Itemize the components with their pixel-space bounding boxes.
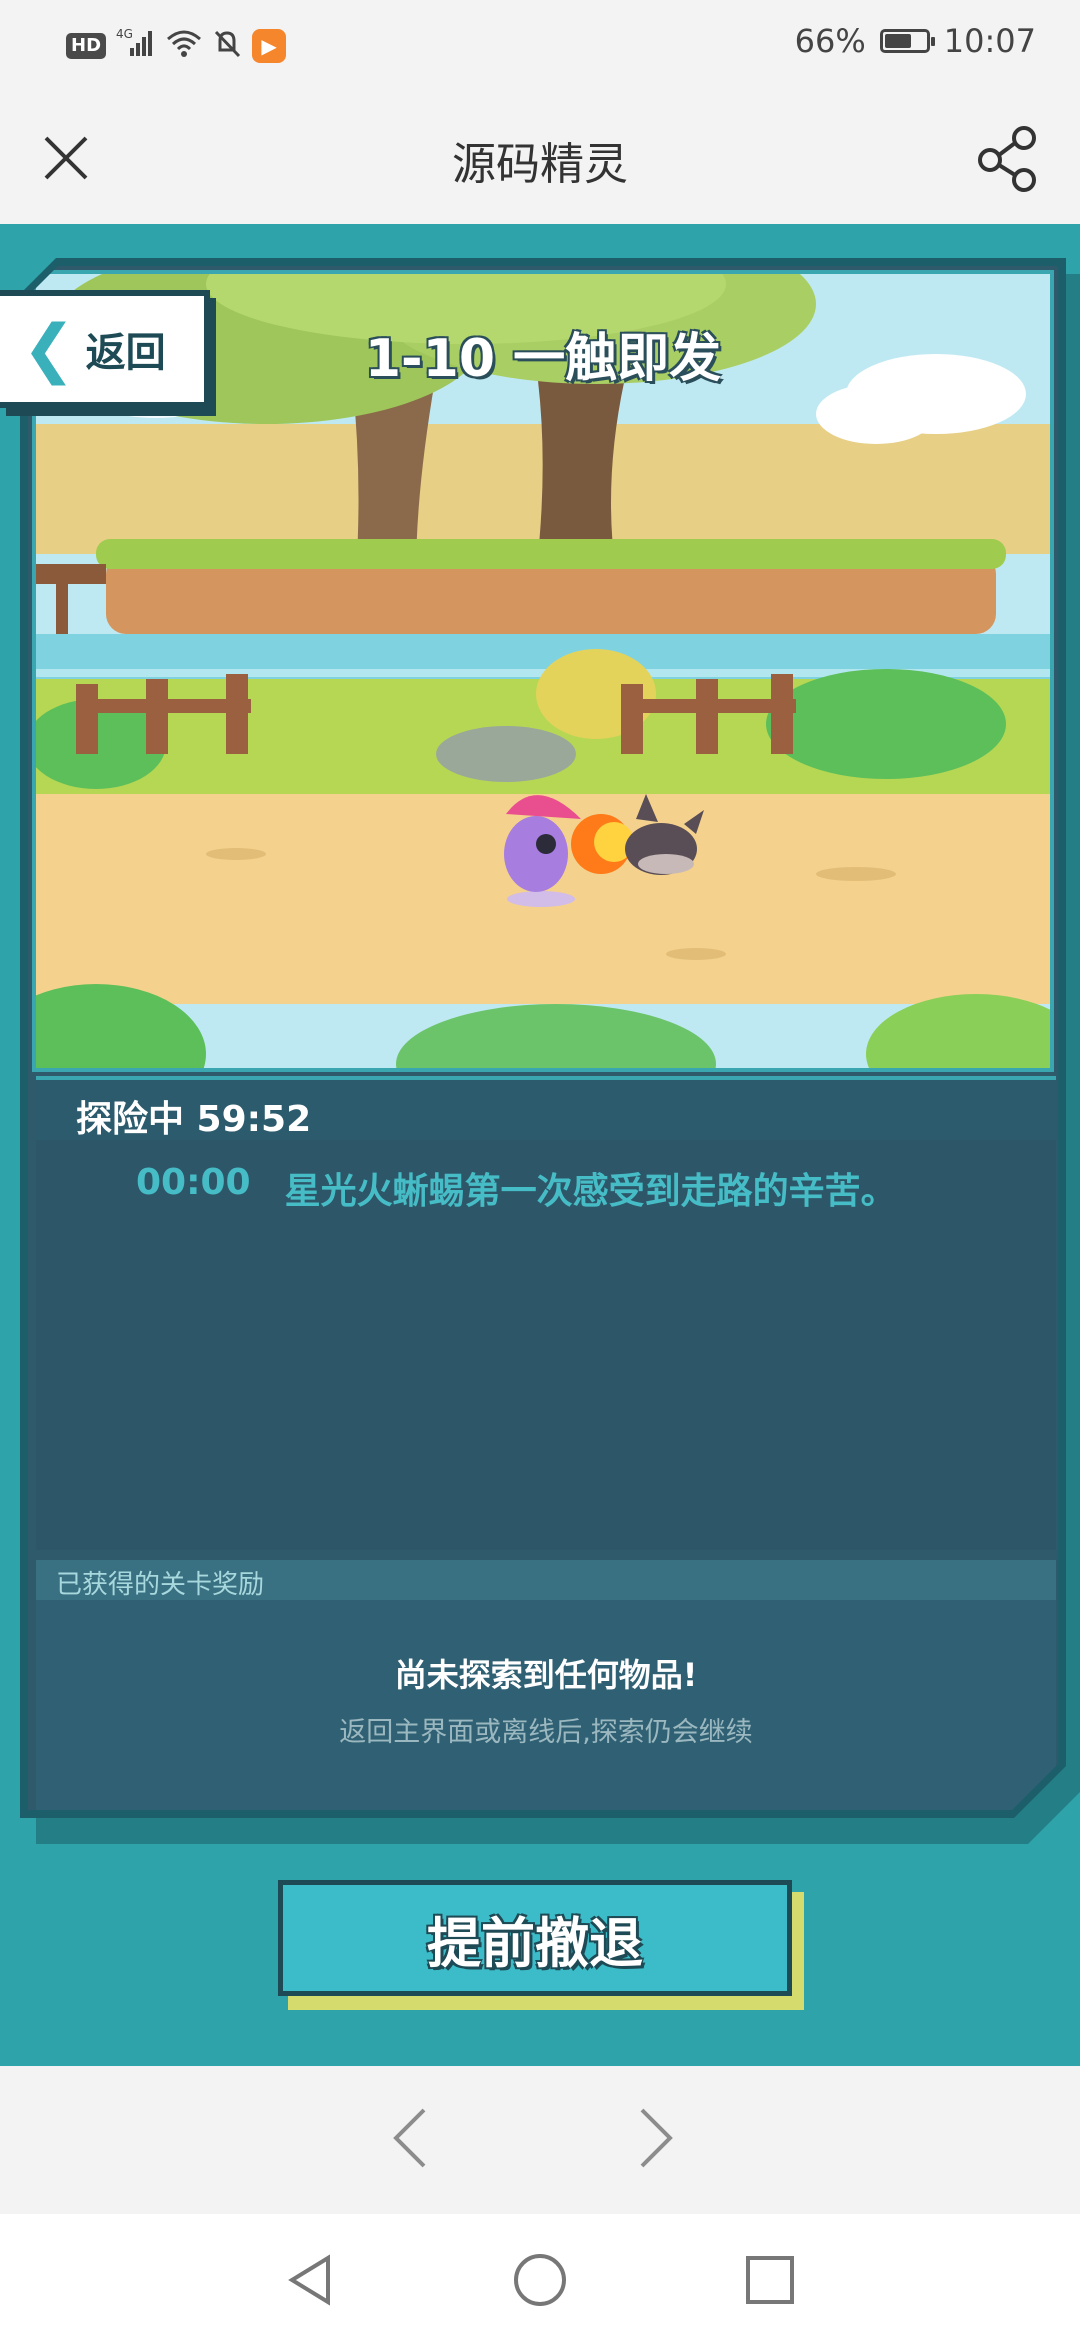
- title-bar: 源码精灵: [0, 92, 1080, 224]
- home-circle-icon[interactable]: [510, 2250, 570, 2310]
- back-triangle-icon[interactable]: [280, 2250, 340, 2310]
- battery-percent: 66%: [794, 22, 866, 60]
- reward-empty-subtitle: 返回主界面或离线后,探索仍会继续: [339, 1717, 753, 1748]
- chevron-left-icon: ❮: [22, 312, 76, 386]
- system-nav-bar: [0, 2214, 1080, 2340]
- status-bar: HD 4G ▶ 66% 10:07: [0, 0, 1080, 92]
- log-entry: 00:00 星光火蜥蜴第一次感受到走路的辛苦。: [136, 1162, 897, 1214]
- chevron-left-icon[interactable]: [390, 2106, 430, 2186]
- clock: 10:07: [943, 22, 1036, 60]
- back-button[interactable]: ❮ 返回: [0, 290, 210, 408]
- adventure-timer: 探险中 59:52: [76, 1099, 312, 1140]
- game-area: 1-10 一触即发 探险中 59:52 00:00 星光火蜥蜴第一次感受到走路的…: [0, 224, 1080, 2066]
- log-time: 00:00: [136, 1162, 251, 1203]
- reward-header-label: 已获得的关卡奖励: [56, 1570, 265, 1600]
- recents-square-icon[interactable]: [740, 2250, 800, 2310]
- battle-log: 00:00 星光火蜥蜴第一次感受到走路的辛苦。: [36, 1140, 1056, 1550]
- share-icon[interactable]: [974, 124, 1044, 194]
- reward-list: 尚未探索到任何物品! 返回主界面或离线后,探索仍会继续: [36, 1600, 1056, 1810]
- back-label: 返回: [85, 330, 166, 376]
- log-text: 星光火蜥蜴第一次感受到走路的辛苦。: [284, 1171, 897, 1212]
- battery-fill: [884, 34, 911, 48]
- battery-icon: [879, 29, 935, 53]
- chevron-right-icon[interactable]: [636, 2106, 676, 2186]
- browser-nav-bar: [0, 2066, 1080, 2214]
- app-notification-icon: ▶: [252, 28, 287, 63]
- wifi-icon: [166, 29, 202, 63]
- retreat-button-wrap: 提前撤退: [278, 1880, 804, 2010]
- mute-bell-icon: [212, 28, 242, 64]
- reward-empty-title: 尚未探索到任何物品!: [394, 1656, 698, 1694]
- retreat-button[interactable]: 提前撤退: [278, 1880, 792, 1996]
- adventure-status: 探险中 59:52: [36, 1076, 1056, 1144]
- svg-text:4G: 4G: [116, 27, 133, 41]
- panel-inner: 1-10 一触即发 探险中 59:52 00:00 星光火蜥蜴第一次感受到走路的…: [28, 266, 1058, 1810]
- reward-header: 已获得的关卡奖励: [36, 1560, 1056, 1600]
- page-title: 源码精灵: [452, 139, 628, 190]
- signal-icon: 4G: [116, 26, 156, 65]
- adventure-panel: 1-10 一触即发 探险中 59:52 00:00 星光火蜥蜴第一次感受到走路的…: [20, 258, 1066, 1818]
- hd-badge: HD: [66, 32, 107, 59]
